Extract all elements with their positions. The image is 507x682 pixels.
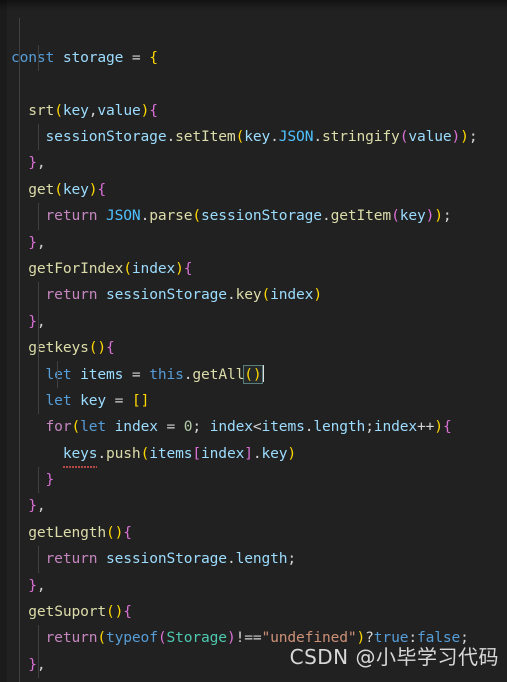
code-line[interactable]: return(typeof(Storage)!=="undefined")?tr… — [0, 546, 507, 646]
code-line[interactable]: getLength(){ — [0, 440, 507, 541]
code-line[interactable]: }, — [0, 414, 507, 514]
code-line[interactable]: }, — [0, 150, 507, 251]
code-surface[interactable]: const storage = { srt(key,value){ sessio… — [0, 0, 507, 682]
code-line[interactable]: let key = [] — [0, 308, 507, 409]
code-line[interactable]: srt(key,value){ — [0, 18, 507, 119]
code-line[interactable]: sessionStorage.setItem(key.JSON.stringif… — [0, 44, 507, 145]
editor-left-edge — [0, 0, 7, 682]
code-line[interactable]: }, — [0, 678, 507, 682]
code-line[interactable]: getForIndex(index){ — [0, 176, 507, 277]
code-line[interactable]: }, — [0, 71, 507, 171]
code-line[interactable]: }, — [0, 572, 507, 673]
code-line-active[interactable]: let items = this.getAll() — [0, 282, 507, 384]
code-line[interactable]: }, — [0, 229, 507, 330]
code-line[interactable]: for(let index = 0; index<items.length;in… — [0, 335, 507, 435]
code-line[interactable]: return sessionStorage.key(index) — [0, 203, 507, 303]
code-line[interactable]: return JSON.parse(sessionStorage.getItem… — [0, 123, 507, 224]
code-editor-screenshot: const storage = { srt(key,value){ sessio… — [0, 0, 507, 682]
code-line[interactable]: getkeys(){ — [0, 255, 507, 356]
code-line[interactable]: }, — [0, 493, 507, 594]
code-line[interactable]: remove(key){ — [0, 598, 507, 626]
code-line[interactable]: getSuport(){ — [0, 519, 507, 620]
code-line[interactable]: return sessionStorage.length; — [0, 467, 507, 567]
code-line[interactable]: get(key){ — [0, 97, 507, 198]
code-line[interactable]: const storage = { — [0, 0, 507, 66]
code-line[interactable]: keys.push(items[index].key) — [0, 361, 507, 470]
code-line[interactable]: } — [0, 387, 507, 488]
csdn-watermark: CSDN @小毕学习代码 — [289, 645, 499, 669]
